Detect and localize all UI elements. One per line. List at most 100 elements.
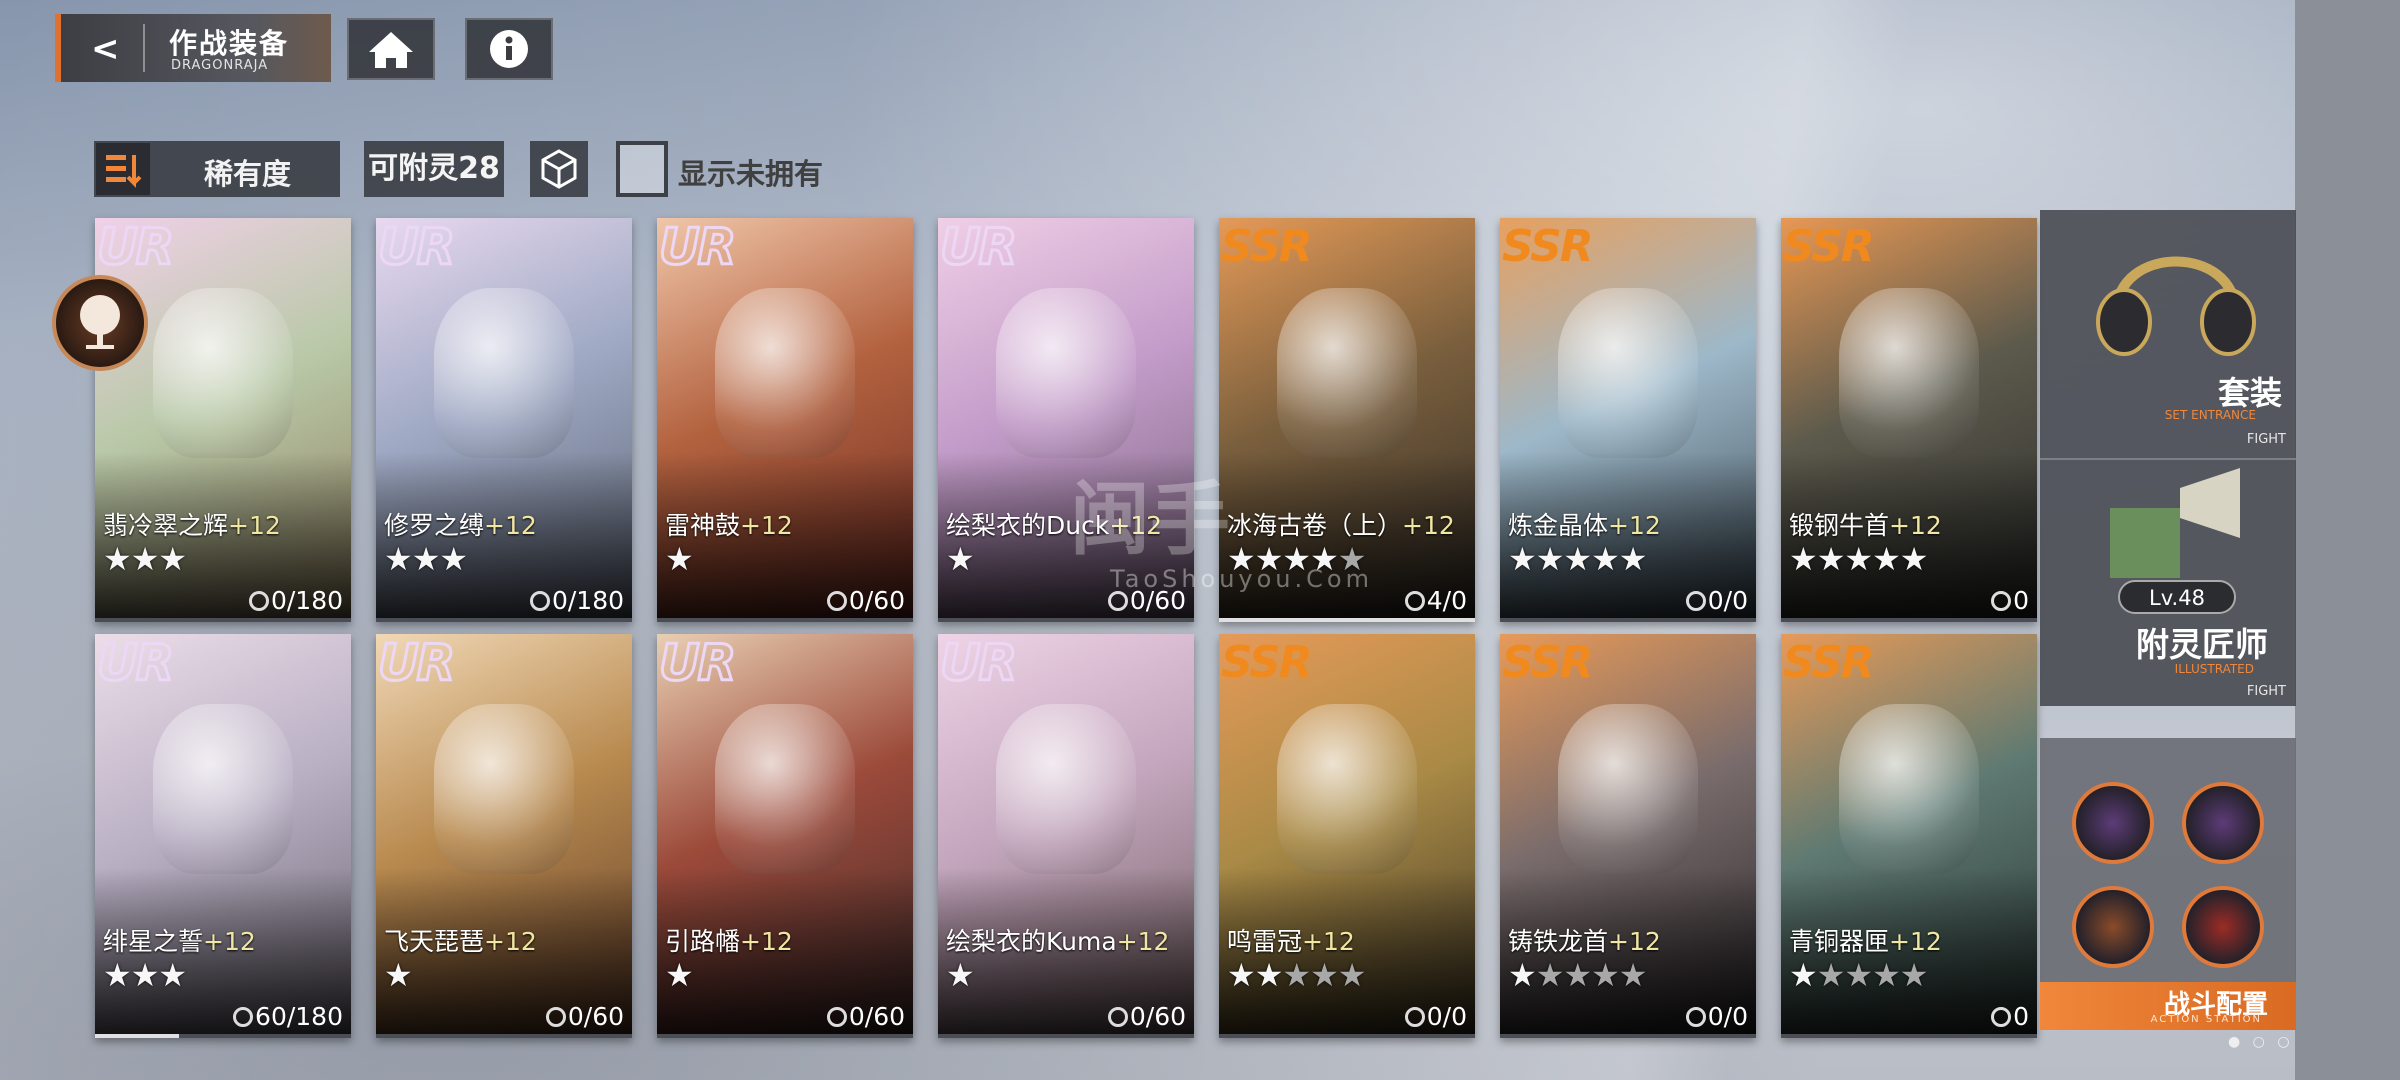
rarity-label: SSR: [1783, 637, 1875, 688]
star-icon: ★: [1844, 540, 1873, 578]
fragment-icon: [248, 591, 269, 611]
equipment-item-icon: [1558, 704, 1698, 874]
star-icon: ★: [130, 956, 160, 994]
rarity-label: UR: [938, 218, 1018, 276]
rarity-label: UR: [657, 634, 737, 692]
equipment-item-icon: [153, 288, 293, 458]
show-unowned-checkbox[interactable]: [616, 141, 668, 197]
fragment-icon: [545, 1007, 566, 1027]
equipment-name: 青铜器匣+12: [1789, 927, 1942, 956]
enchanter-title: 附灵匠师: [2136, 625, 2268, 664]
equipment-card[interactable]: SSR 冰海古卷（上）+12 ★★★★★ 4/0: [1219, 218, 1475, 622]
star-icon: ★: [1899, 540, 1929, 578]
equipment-card[interactable]: UR 雷神鼓+12 ★ 0/60: [657, 218, 913, 622]
equipment-card[interactable]: UR 绘梨衣的Kuma+12 ★ 0/60: [938, 634, 1194, 1038]
fragment-count: 0/180: [529, 586, 624, 615]
fragment-progress-track: [1500, 618, 1756, 622]
equipment-card[interactable]: SSR 铸铁龙首+12 ★★★★★ 0/0: [1500, 634, 1756, 1038]
star-icon: ★: [1563, 540, 1592, 578]
equipment-card[interactable]: SSR 炼金晶体+12 ★★★★★ 0/0: [1500, 218, 1756, 622]
equipment-item-icon: [1558, 288, 1698, 458]
rarity-label: UR: [376, 218, 456, 276]
equipment-card[interactable]: UR 修罗之缚+12 ★★★ 0/180: [376, 218, 632, 622]
fragment-icon: [1991, 591, 2012, 611]
star-icon: ★: [1872, 540, 1901, 578]
equipment-name: 翡冷翠之辉+12: [103, 511, 281, 540]
skill-slot-2-icon[interactable]: [2182, 782, 2264, 864]
set-subtitle: SET ENTRANCE: [2164, 408, 2256, 422]
set-fight-label: FIGHT: [2246, 432, 2286, 447]
equipment-card[interactable]: UR 引路幡+12 ★ 0/60: [657, 634, 913, 1038]
skill-slot-3-icon[interactable]: [2072, 886, 2154, 968]
star-icon: ★: [384, 540, 413, 578]
fragment-progress-track: [938, 618, 1194, 622]
star-icon: ★: [411, 540, 441, 578]
star-rating: ★: [384, 956, 413, 994]
equipment-name: 锻钢牛首+12: [1789, 511, 1942, 540]
equipment-name: 铸铁龙首+12: [1508, 927, 1661, 956]
fragment-progress-track: [657, 1034, 913, 1038]
watermark: 闽手: [1070, 473, 1230, 566]
back-arrow-icon[interactable]: <: [91, 32, 120, 66]
star-rating: ★★★★★: [1508, 956, 1647, 994]
equipment-card[interactable]: UR 飞天琵琶+12 ★ 0/60: [376, 634, 632, 1038]
equipment-card[interactable]: SSR 青铜器匣+12 ★★★★★ 0: [1781, 634, 2037, 1038]
fragment-progress-track: [657, 618, 913, 622]
star-rating: ★★★★★: [1508, 540, 1647, 578]
star-icon: ★: [1816, 956, 1846, 994]
equipment-card[interactable]: SSR 锻钢牛首+12 ★★★★★ 0: [1781, 218, 2037, 622]
fragment-count: 0/60: [826, 586, 905, 615]
star-icon: ★: [158, 540, 187, 578]
fragment-count: 60/180: [233, 1002, 343, 1031]
star-icon: ★: [1337, 956, 1367, 994]
star-icon: ★: [1508, 540, 1537, 578]
equipment-item-icon: [996, 288, 1136, 458]
equipment-card[interactable]: UR 绯星之誓+12 ★★★ 60/180: [95, 634, 351, 1038]
rarity-label: UR: [657, 218, 737, 276]
star-rating: ★★★: [384, 540, 468, 578]
home-button[interactable]: [347, 18, 435, 80]
star-rating: ★: [946, 956, 975, 994]
headphones-icon: [2096, 256, 2256, 356]
watermark-url: TaoShouyou.Com: [1110, 565, 1373, 593]
home-icon: [369, 32, 413, 68]
equipment-name: 修罗之缚+12: [384, 511, 537, 540]
star-icon: ★: [439, 540, 468, 578]
fragment-icon: [233, 1007, 254, 1027]
set-entrance-panel[interactable]: 套装 SET ENTRANCE FIGHT Lv.48 附灵匠师 ILLUSTR…: [2040, 210, 2296, 706]
fragment-count: 0/60: [545, 1002, 624, 1031]
battle-config-panel[interactable]: 战斗配置 ACTION STATION: [2040, 738, 2296, 1030]
rarity-label: UR: [376, 634, 456, 692]
fragment-progress-track: [1500, 1034, 1756, 1038]
star-rating: ★★★★★: [1789, 540, 1929, 578]
star-icon: ★: [1310, 956, 1339, 994]
show-unowned-label: 显示未拥有: [678, 157, 824, 191]
fragment-progress-track: [938, 1034, 1194, 1038]
page-subtitle: DRAGONRAJA: [171, 58, 269, 73]
rarity-label: SSR: [1502, 221, 1594, 272]
fragment-progress-track: [95, 618, 351, 622]
fragment-count: 0/180: [248, 586, 343, 615]
cube-filter-button[interactable]: [530, 141, 588, 197]
star-icon: ★: [1789, 540, 1818, 578]
skill-slot-1-icon[interactable]: [2072, 782, 2154, 864]
fragment-progress-track: [1781, 618, 2037, 622]
star-icon: ★: [1789, 956, 1818, 994]
star-rating: ★★★: [103, 956, 187, 994]
battle-config-strip[interactable]: 战斗配置 ACTION STATION: [2040, 982, 2296, 1030]
star-icon: ★: [1535, 956, 1565, 994]
star-icon: ★: [103, 540, 132, 578]
star-icon: ★: [103, 956, 132, 994]
skill-slot-4-icon[interactable]: [2182, 886, 2264, 968]
sort-dropdown[interactable]: 稀有度: [94, 141, 340, 197]
sort-label: 稀有度: [204, 157, 292, 191]
fragment-icon: [826, 1007, 847, 1027]
info-button[interactable]: [465, 18, 553, 80]
equipment-card[interactable]: SSR 鸣雷冠+12 ★★★★★ 0/0: [1219, 634, 1475, 1038]
cube-icon: [541, 149, 577, 189]
equipment-item-icon: [996, 704, 1136, 874]
info-icon: [490, 30, 528, 68]
star-rating: ★★★: [103, 540, 187, 578]
attach-count: 可附灵28: [364, 141, 504, 197]
equipment-name: 炼金晶体+12: [1508, 511, 1661, 540]
